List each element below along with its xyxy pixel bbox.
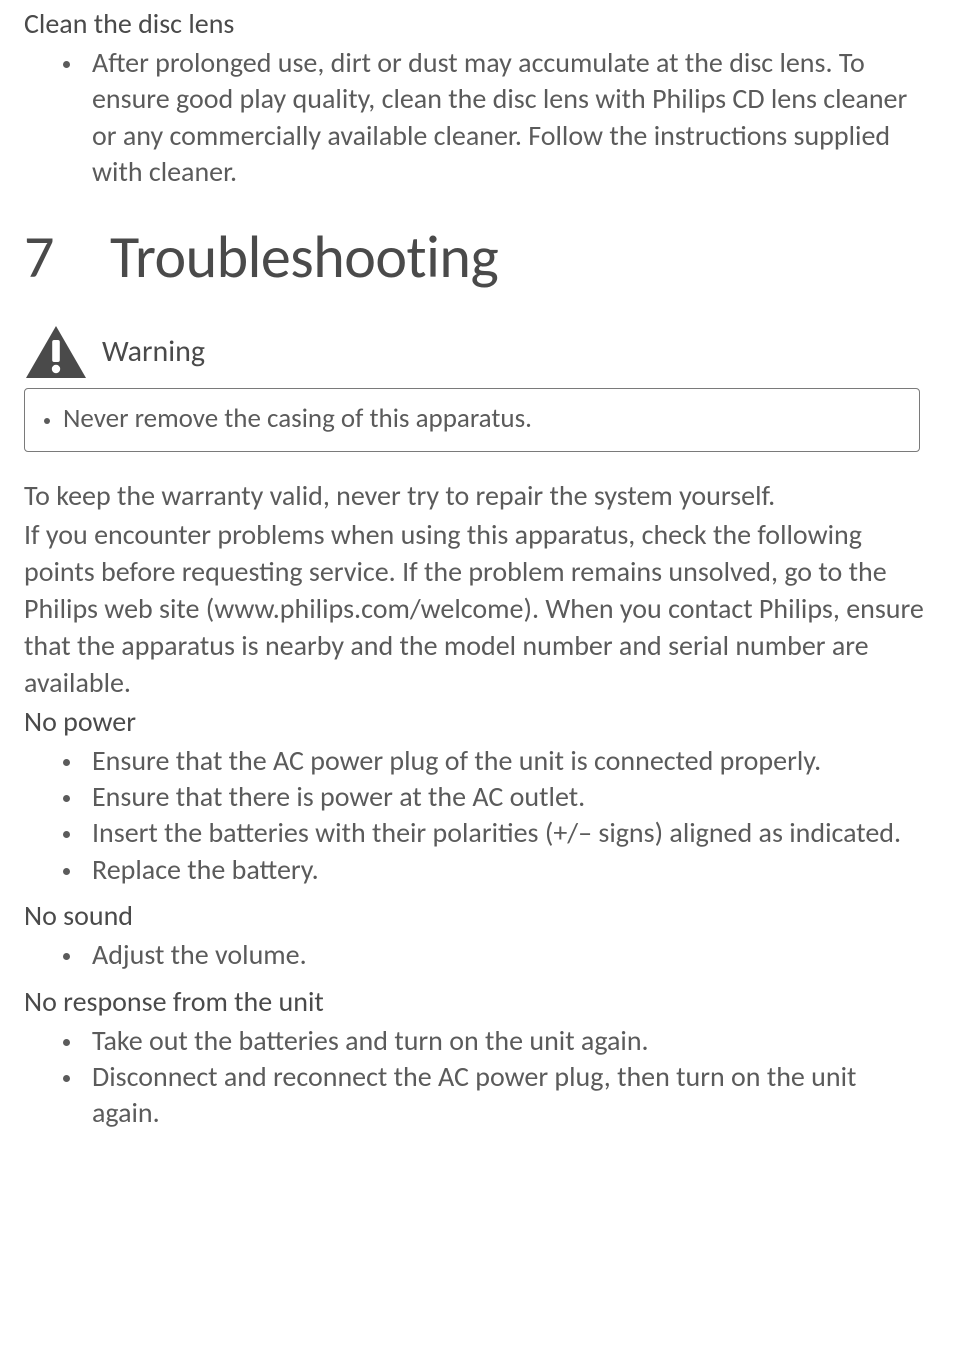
list-item: Ensure that there is power at the AC out…: [84, 779, 930, 815]
list-no-response: Take out the batteries and turn on the u…: [24, 1023, 930, 1132]
section-heading-no-power: No power: [24, 704, 930, 739]
warning-icon: [24, 324, 88, 380]
section-heading-no-response: No response from the unit: [24, 984, 930, 1019]
warning-header: Warning: [24, 324, 930, 380]
chapter-heading: 7Troubleshooting: [24, 221, 930, 294]
list-item: After prolonged use, dirt or dust may ac…: [84, 45, 930, 191]
list-item: Ensure that the AC power plug of the uni…: [84, 743, 930, 779]
chapter-number: 7: [24, 221, 110, 294]
list-clean-disc-lens: After prolonged use, dirt or dust may ac…: [24, 45, 930, 191]
list-item: Insert the batteries with their polariti…: [84, 815, 930, 851]
chapter-title: Troubleshooting: [110, 221, 498, 294]
body-paragraph: To keep the warranty valid, never try to…: [24, 478, 930, 515]
section-heading-clean-disc-lens: Clean the disc lens: [24, 6, 930, 41]
warning-label: Warning: [102, 333, 205, 370]
warning-item: Never remove the casing of this apparatu…: [63, 403, 903, 435]
list-no-power: Ensure that the AC power plug of the uni…: [24, 743, 930, 889]
list-item: Adjust the volume.: [84, 937, 930, 973]
list-item: Replace the battery.: [84, 852, 930, 888]
body-paragraph: If you encounter problems when using thi…: [24, 517, 930, 702]
list-no-sound: Adjust the volume.: [24, 937, 930, 973]
section-heading-no-sound: No sound: [24, 898, 930, 933]
warning-box: Never remove the casing of this apparatu…: [24, 388, 920, 452]
list-item: Disconnect and reconnect the AC power pl…: [84, 1059, 930, 1132]
list-item: Take out the batteries and turn on the u…: [84, 1023, 930, 1059]
